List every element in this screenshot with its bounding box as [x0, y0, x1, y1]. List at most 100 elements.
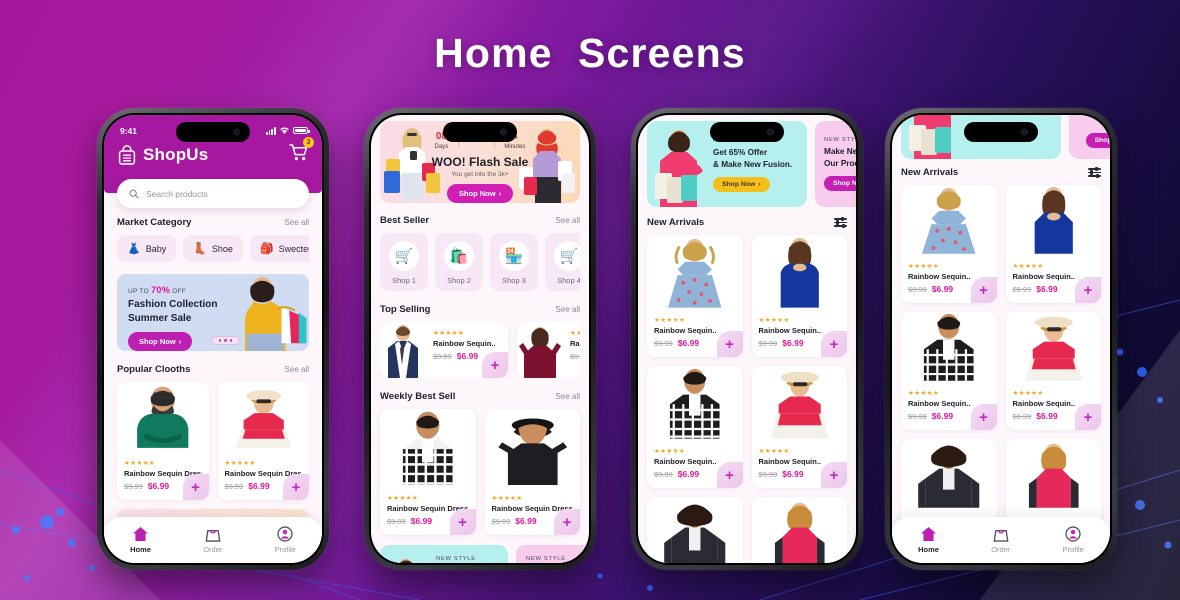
add-to-cart-button[interactable]: + — [449, 509, 476, 535]
price-original: $9.99 — [1012, 284, 1032, 294]
product-image — [484, 409, 580, 489]
product-card[interactable]: ★★★★★ Rainbow Sequin.. $9.99 $6.99 + — [751, 235, 847, 357]
rating-stars: ★★★★★ — [491, 495, 523, 502]
add-to-cart-button[interactable]: + — [970, 404, 997, 430]
shop-now-button[interactable]: Shop Now › — [713, 176, 770, 192]
bottom-promo-list[interactable]: NEW STYLE Get 65% Offer NEW STYLE Make N… — [380, 545, 589, 563]
product-card[interactable]: ★★★★★ Rainbow Sequin.. $9.99 $6.99 + — [901, 312, 997, 430]
promo-card-pink[interactable]: NEW STYLE Make New S — [516, 545, 589, 563]
dynamic-island — [710, 122, 784, 142]
product-card[interactable]: ★★★★★ Rainbow Sequin Dress $9.99 $6.99 + — [484, 409, 580, 535]
shop-now-button[interactable]: Shop Now › — [824, 175, 856, 191]
see-all-link[interactable]: See all — [556, 216, 580, 225]
backpack-icon: 🎒 — [259, 243, 274, 255]
product-image — [1005, 439, 1101, 511]
phone-3-body[interactable]: NEW STYLE Get 65% Offer & Make New Fusio… — [638, 115, 856, 563]
model-photo-illustration — [664, 504, 726, 563]
product-card[interactable]: ★★★★★ Rainbow Sequin.. $9.99 $6.99 + — [1005, 312, 1101, 430]
phone-4-body[interactable]: Shop Now › New Arrivals — [892, 115, 1110, 563]
see-all-link[interactable]: See all — [556, 392, 580, 401]
add-to-cart-button[interactable]: + — [482, 352, 508, 378]
product-card[interactable]: ★★★★★ Rainbow Sequin Dress $9.99 $6.99 + — [217, 382, 309, 500]
nav-item-home[interactable]: Home — [918, 526, 939, 554]
shop-list[interactable]: 🛒 Shop 1 🛍️ Shop 2 🏪 Shop 3 🛒 Shop 4 — [380, 233, 580, 291]
filter-icon[interactable] — [834, 216, 847, 228]
product-card[interactable]: ★★★★★ Rainbow Sequin.. $9.99 $6.99 + — [751, 366, 847, 488]
product-card[interactable]: ★★★★★ Rainbow Sequin.. $9.99 $6.99 + — [647, 366, 743, 488]
promo-card-cyan[interactable]: NEW STYLE Get 65% Offer — [380, 545, 508, 563]
section-title: Market Category — [117, 217, 192, 228]
category-chip-baby[interactable]: 👗 Baby — [117, 235, 177, 262]
battery-icon — [293, 126, 310, 135]
shop-now-button[interactable]: Shop Now › — [446, 184, 514, 203]
model-photo-illustration — [388, 325, 418, 378]
price-sale: $6.99 — [248, 481, 270, 491]
brand-name: ShopUs — [143, 145, 209, 164]
promo-card-pink[interactable]: NEW STYLE Make New Styl Our Prodcuts Sho… — [815, 121, 856, 207]
promo-card-pink[interactable]: Shop Now › — [1069, 115, 1110, 159]
shop-label: Shop 4 — [557, 276, 580, 285]
shop-now-button[interactable]: Shop Now › — [128, 332, 193, 351]
cart-button[interactable]: 3 — [288, 137, 314, 167]
phone-3-screen: NEW STYLE Get 65% Offer & Make New Fusio… — [638, 115, 856, 563]
dynamic-island — [443, 122, 517, 142]
add-to-cart-button[interactable]: + — [1075, 277, 1101, 303]
nav-item-order[interactable]: Order — [203, 526, 222, 554]
weekly-product-grid: ★★★★★ Rainbow Sequin Dress $9.99 $6.99 + — [380, 409, 580, 535]
nav-item-home[interactable]: Home — [130, 526, 151, 554]
search-input[interactable]: Search products — [117, 179, 309, 208]
phone-2: 08 Days Hours 4 Minutes — [364, 108, 596, 570]
shop-item[interactable]: 🛍️ Shop 2 — [435, 233, 483, 291]
shop-now-button[interactable]: Shop Now › — [1085, 133, 1110, 148]
add-to-cart-button[interactable]: + — [821, 462, 847, 488]
rating-stars: ★★★★★ — [433, 330, 465, 337]
product-card-horizontal[interactable]: ★★★★★ Rainbow Sequin.. $9.99 $6.99 + — [380, 322, 508, 378]
phone-4: Shop Now › New Arrivals — [885, 108, 1117, 570]
product-card-horizontal[interactable]: ★★★★★ Rainbow Sequin.. $9.99 $6.99 + — [517, 322, 580, 378]
promo-banner[interactable]: UP TO 70% OFF Fashion Collection Summer … — [117, 274, 309, 351]
category-chip-list[interactable]: 👗 Baby 👢 Shoe 🎒 Swecters — [117, 235, 309, 262]
price-original: $9.99 — [654, 338, 673, 348]
add-to-cart-button[interactable]: + — [716, 331, 743, 357]
nav-item-order[interactable]: Order — [991, 526, 1010, 554]
phone-1: 9:41 ShopUs 3 Search products Market Cat… — [97, 108, 329, 570]
see-all-link[interactable]: See all — [556, 305, 580, 314]
filter-icon[interactable] — [1088, 166, 1101, 178]
phone-2-body[interactable]: 08 Days Hours 4 Minutes — [371, 115, 589, 563]
nav-item-profile[interactable]: Profile — [275, 526, 296, 554]
add-to-cart-button[interactable]: + — [716, 462, 743, 488]
add-to-cart-button[interactable]: + — [821, 331, 847, 357]
user-icon — [1065, 526, 1081, 542]
cart-emoji-icon: 🛒 — [389, 241, 419, 271]
product-card[interactable]: ★★★★★ Rainbow Sequin.. $9.99 $6.99 + — [901, 185, 997, 303]
category-chip-swecters[interactable]: 🎒 Swecters — [249, 235, 309, 262]
product-card[interactable]: ★★★★★ Rainbow Sequin.. $9.99 $6.99 + — [1005, 185, 1101, 303]
section-title: Popular Clooths — [117, 364, 191, 375]
promo-model-illustration — [909, 115, 951, 159]
product-card[interactable]: ★★★★★ Rainbow Sequin.. $9.99 $6.99 + — [751, 497, 847, 563]
product-card[interactable]: ★★★★★ Rainbow Sequin.. $9.99 $6.99 + — [647, 235, 743, 357]
add-to-cart-button[interactable]: + — [283, 474, 309, 500]
category-chip-shoe[interactable]: 👢 Shoe — [183, 235, 243, 262]
flash-sale-subtitle: You get into the 3k+ — [451, 171, 509, 178]
add-to-cart-button[interactable]: + — [182, 474, 209, 500]
shop-item[interactable]: 🛒 Shop 1 — [380, 233, 428, 291]
see-all-link[interactable]: See all — [285, 218, 309, 227]
shop-item[interactable]: 🛒 Shop 4 — [545, 233, 580, 291]
see-all-link[interactable]: See all — [285, 365, 309, 374]
product-card[interactable]: ★★★★★ Rainbow Sequin Dress $9.99 $6.99 + — [380, 409, 476, 535]
add-to-cart-button[interactable]: + — [1075, 404, 1101, 430]
model-photo-illustration — [235, 390, 291, 448]
product-card[interactable]: ★★★★★ Rainbow Sequin Dress $9.99 $6.99 + — [117, 382, 209, 500]
add-to-cart-button[interactable]: + — [554, 509, 580, 535]
model-photo-illustration — [1034, 186, 1073, 254]
phone-1-body[interactable]: ShopUs 3 Search products Market Category… — [104, 115, 322, 563]
carousel-dots[interactable] — [211, 335, 241, 345]
shop-item[interactable]: 🏪 Shop 3 — [490, 233, 538, 291]
add-to-cart-button[interactable]: + — [970, 277, 997, 303]
nav-item-profile[interactable]: Profile — [1063, 526, 1084, 554]
model-photo-illustration — [669, 368, 720, 439]
top-selling-list[interactable]: ★★★★★ Rainbow Sequin.. $9.99 $6.99 + ★★ … — [380, 322, 580, 378]
product-card[interactable]: ★★★★★ Rainbow Sequin.. $9.99 $6.99 + — [647, 497, 743, 563]
model-photo-illustration — [918, 445, 980, 508]
